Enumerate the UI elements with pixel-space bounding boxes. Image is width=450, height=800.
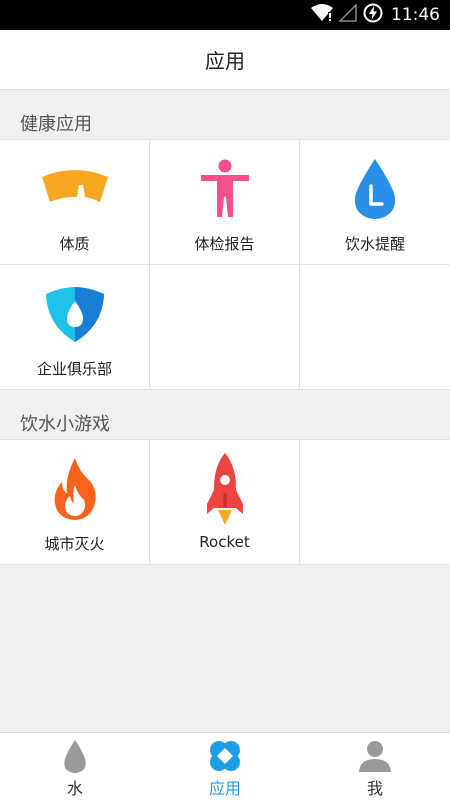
section-title-games: 饮水小游戏 <box>20 414 110 435</box>
battery-charging-icon <box>363 3 383 27</box>
app-tile-rocket[interactable]: Rocket <box>150 440 300 564</box>
page-title: 应用 <box>205 49 245 73</box>
apps-icon <box>150 739 300 773</box>
scale-icon <box>0 152 149 226</box>
empty-cell <box>300 265 450 389</box>
app-label: Rocket <box>199 533 250 551</box>
section-title-health: 健康应用 <box>20 114 92 135</box>
status-time: 11:46 <box>391 5 440 25</box>
app-tile-city-firefight[interactable]: 城市灭火 <box>0 440 150 564</box>
wifi-icon <box>311 4 333 26</box>
status-bar: 11:46 <box>0 0 450 30</box>
water-clock-icon <box>300 152 450 226</box>
grid-row: 体质 体检报告 饮水提醒 <box>0 140 450 265</box>
app-label: 城市灭火 <box>44 535 105 553</box>
nav-label: 我 <box>366 779 383 798</box>
app-label: 饮水提醒 <box>344 235 405 253</box>
app-tile-physique[interactable]: 体质 <box>0 140 150 264</box>
nav-item-apps[interactable]: 应用 <box>150 733 300 800</box>
water-drop-icon <box>0 739 150 773</box>
grid-row: 企业俱乐部 <box>0 265 450 390</box>
nav-label: 水 <box>66 779 83 798</box>
app-header: 应用 <box>0 30 450 90</box>
empty-cell <box>300 440 450 564</box>
status-icons: 11:46 <box>311 0 440 30</box>
person-icon <box>150 152 299 226</box>
app-tile-drink-reminder[interactable]: 饮水提醒 <box>300 140 450 264</box>
nav-label: 应用 <box>208 779 241 798</box>
grid-row: 城市灭火 Rocket <box>0 440 450 565</box>
flame-icon <box>0 452 149 526</box>
nav-item-water[interactable]: 水 <box>0 733 150 800</box>
app-label: 体检报告 <box>194 235 255 253</box>
health-apps-grid: 体质 体检报告 饮水提醒 企业俱乐部 <box>0 139 450 390</box>
games-grid: 城市灭火 Rocket <box>0 439 450 565</box>
nav-item-me[interactable]: 我 <box>300 733 450 800</box>
bottom-nav: 水 应用 我 <box>0 732 450 800</box>
app-label: 体质 <box>59 235 90 253</box>
app-tile-checkup-report[interactable]: 体检报告 <box>150 140 300 264</box>
user-icon <box>300 739 450 773</box>
signal-icon <box>338 3 357 26</box>
rocket-icon <box>150 452 299 526</box>
app-tile-enterprise-club[interactable]: 企业俱乐部 <box>0 265 150 389</box>
app-label: 企业俱乐部 <box>36 360 112 378</box>
empty-cell <box>150 265 300 389</box>
shield-drop-icon <box>0 277 149 351</box>
